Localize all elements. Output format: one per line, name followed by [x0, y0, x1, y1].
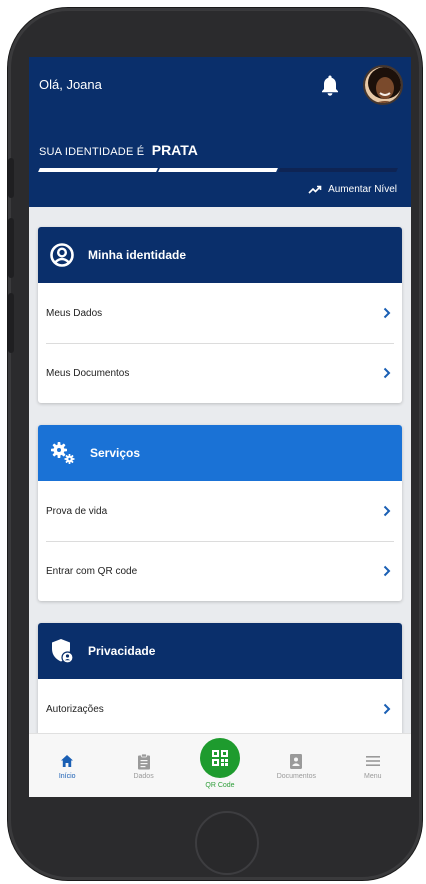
clipboard-icon	[137, 752, 151, 770]
chevron-right-icon	[383, 307, 391, 319]
card-title: Serviços	[90, 446, 141, 460]
list-item-label: Autorizações	[46, 703, 104, 715]
nav-item-qr-code[interactable]: QR Code	[190, 738, 250, 789]
gears-icon	[51, 442, 75, 464]
hamburger-menu-icon	[365, 752, 381, 770]
chevron-right-icon	[383, 367, 391, 379]
nav-label: Documentos	[276, 773, 316, 780]
upgrade-level-link[interactable]: Aumentar Nível	[39, 184, 397, 195]
home-icon	[60, 752, 74, 770]
card-title: Minha identidade	[88, 248, 187, 262]
chevron-right-icon	[383, 565, 391, 577]
user-circle-icon	[50, 243, 74, 267]
id-card-icon	[289, 752, 303, 770]
qr-code-icon	[199, 738, 240, 778]
list-item-label: Entrar com QR code	[46, 565, 138, 577]
bottom-navigation: Início Dados QR Code Documentos Menu	[29, 733, 411, 797]
upgrade-level-label: Aumentar Nível	[328, 184, 397, 195]
list-item-meus-documentos[interactable]: Meus Documentos	[38, 343, 402, 403]
progress-segment	[158, 168, 278, 172]
list-item-meus-dados[interactable]: Meus Dados	[38, 283, 402, 343]
card-header: Minha identidade	[38, 227, 402, 283]
list-item-prova-de-vida[interactable]: Prova de vida	[38, 481, 402, 541]
nav-item-menu[interactable]: Menu	[343, 752, 403, 780]
nav-item-documentos[interactable]: Documentos	[266, 752, 326, 780]
phone-home-button[interactable]	[195, 811, 259, 875]
card-title: Privacidade	[88, 644, 156, 658]
nav-item-inicio[interactable]: Início	[37, 752, 97, 780]
progress-segment	[38, 168, 158, 172]
shield-user-icon	[52, 639, 74, 664]
main-content: Minha identidade Meus Dados Meus Documen…	[29, 207, 411, 739]
top-bar: Olá, Joana	[29, 57, 411, 112]
card-header: Serviços	[38, 425, 402, 481]
card-servicos: Serviços Prova de vida Entrar com QR cod…	[38, 425, 402, 601]
card-privacidade: Privacidade Autorizações	[38, 623, 402, 739]
identity-level-panel: SUA IDENTIDADE É PRATA Aumentar Nível	[29, 112, 411, 207]
list-item-entrar-qr-code[interactable]: Entrar com QR code	[38, 541, 402, 601]
identity-level-value: PRATA	[151, 142, 198, 158]
identity-progress-bar	[38, 168, 398, 172]
chevron-right-icon	[383, 703, 391, 715]
nav-label: Início	[58, 773, 76, 780]
identity-level-label: SUA IDENTIDADE É	[39, 146, 145, 158]
chevron-right-icon	[383, 505, 391, 517]
phone-side-button	[8, 218, 14, 278]
phone-side-button	[8, 293, 14, 353]
bell-icon[interactable]	[319, 74, 341, 96]
avatar[interactable]	[363, 64, 403, 105]
identity-level-heading: SUA IDENTIDADE É PRATA	[39, 142, 397, 160]
list-item-autorizacoes[interactable]: Autorizações	[38, 679, 402, 739]
trending-up-icon	[308, 185, 322, 194]
phone-side-button	[8, 158, 14, 198]
card-header: Privacidade	[38, 623, 402, 679]
nav-label: QR Code	[205, 782, 235, 789]
card-minha-identidade: Minha identidade Meus Dados Meus Documen…	[38, 227, 402, 403]
nav-item-dados[interactable]: Dados	[114, 752, 174, 780]
progress-segment	[278, 168, 398, 172]
list-item-label: Meus Dados	[46, 307, 103, 319]
app-screen: Olá, Joana SUA IDENTIDADE É PRATA Aument…	[29, 57, 411, 797]
nav-label: Dados	[133, 773, 154, 780]
nav-label: Menu	[363, 773, 382, 780]
list-item-label: Meus Documentos	[46, 367, 130, 379]
greeting-text: Olá, Joana	[39, 77, 102, 92]
list-item-label: Prova de vida	[46, 505, 108, 517]
